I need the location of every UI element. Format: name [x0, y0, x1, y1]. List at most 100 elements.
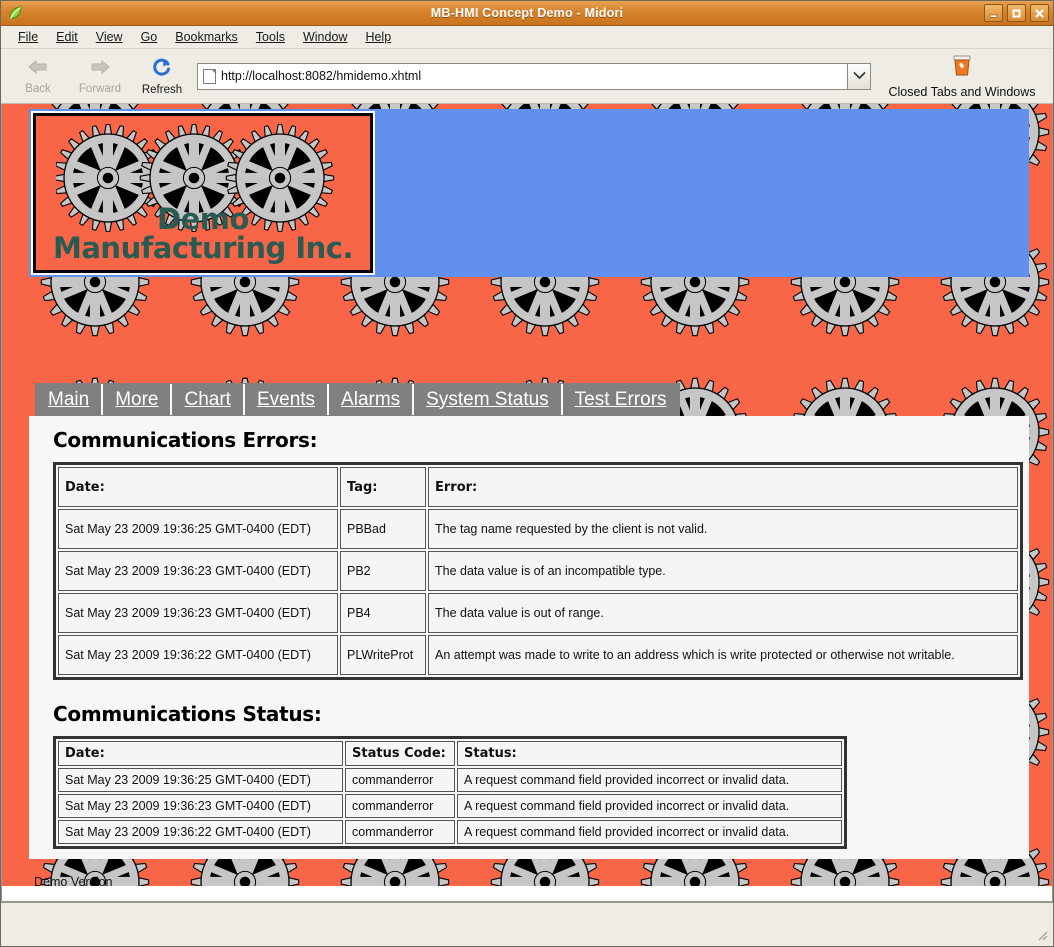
page-scroll-area: Demo Manufacturing Inc. Main More Chart … — [2, 104, 1052, 886]
communications-status-table: Date: Status Code: Status: Sat May 23 20… — [53, 736, 847, 849]
col-header-status: Status: — [457, 741, 842, 766]
cell-error: An attempt was made to write to an addre… — [428, 635, 1018, 675]
closed-tabs-button[interactable]: Closed Tabs and Windows — [877, 51, 1047, 101]
back-arrow-icon — [26, 57, 50, 82]
menu-view-label: View — [96, 30, 123, 44]
page-nav-tabs: Main More Chart Events Alarms System Sta… — [35, 383, 680, 416]
table-row: Sat May 23 2009 19:36:25 GMT-0400 (EDT) … — [58, 768, 842, 792]
page-document-icon — [203, 69, 216, 84]
nav-tab-more-label: More — [115, 389, 158, 411]
menu-item-help[interactable]: Help — [356, 28, 400, 46]
back-label: Back — [25, 83, 51, 95]
nav-tab-alarms-label: Alarms — [341, 389, 400, 411]
menu-tools-label: Tools — [256, 30, 285, 44]
menu-item-file[interactable]: File — [9, 28, 47, 46]
menu-file-label: File — [18, 30, 38, 44]
page-header-band: Demo Manufacturing Inc. — [29, 109, 1029, 277]
menu-item-view[interactable]: View — [87, 28, 132, 46]
page-viewport: Demo Manufacturing Inc. Main More Chart … — [1, 104, 1053, 886]
menu-item-bookmarks[interactable]: Bookmarks — [166, 28, 247, 46]
cell-tag: PB2 — [340, 551, 426, 591]
table-header-row: Date: Status Code: Status: — [58, 741, 842, 766]
cell-tag: PBBad — [340, 509, 426, 549]
nav-tab-chart-label: Chart — [184, 389, 230, 411]
nav-tab-main-label: Main — [48, 389, 89, 411]
page-content-panel: Communications Errors: Date: Tag: Error:… — [29, 416, 1029, 859]
cell-date: Sat May 23 2009 19:36:22 GMT-0400 (EDT) — [58, 820, 343, 844]
title-bar: MB-HMI Concept Demo - Midori — [1, 1, 1053, 26]
col-header-date: Date: — [58, 741, 343, 766]
navigation-toolbar: Back Forward Refresh http://localh — [1, 49, 1053, 104]
back-button[interactable]: Back — [7, 51, 69, 101]
cell-date: Sat May 23 2009 19:36:25 GMT-0400 (EDT) — [58, 509, 338, 549]
url-input-box[interactable]: http://localhost:8082/hmidemo.xhtml — [197, 63, 847, 90]
col-header-error: Error: — [428, 467, 1018, 507]
cell-error: The data value is out of range. — [428, 593, 1018, 633]
maximize-icon[interactable] — [1007, 4, 1026, 22]
nav-tab-alarms[interactable]: Alarms — [329, 384, 414, 415]
cell-date: Sat May 23 2009 19:36:23 GMT-0400 (EDT) — [58, 593, 338, 633]
forward-button[interactable]: Forward — [69, 51, 131, 101]
closed-tabs-label: Closed Tabs and Windows — [888, 85, 1035, 99]
menu-edit-label: Edit — [56, 30, 78, 44]
nav-tab-events[interactable]: Events — [245, 384, 329, 415]
cell-status-code: commanderror — [345, 820, 455, 844]
cell-status: A request command field provided incorre… — [457, 794, 842, 818]
menu-item-edit[interactable]: Edit — [47, 28, 87, 46]
cell-error: The tag name requested by the client is … — [428, 509, 1018, 549]
menu-item-go[interactable]: Go — [132, 28, 167, 46]
menu-item-tools[interactable]: Tools — [247, 28, 294, 46]
cell-status: A request command field provided incorre… — [457, 768, 842, 792]
table-row: Sat May 23 2009 19:36:23 GMT-0400 (EDT) … — [58, 551, 1018, 591]
resize-grip-icon[interactable] — [1035, 928, 1049, 942]
window-controls — [984, 4, 1049, 22]
demo-version-label: Demo Version — [34, 875, 113, 886]
close-icon[interactable] — [1030, 4, 1049, 22]
refresh-icon — [151, 56, 173, 83]
table-header-row: Date: Tag: Error: — [58, 467, 1018, 507]
url-input[interactable]: http://localhost:8082/hmidemo.xhtml — [221, 69, 421, 83]
cell-date: Sat May 23 2009 19:36:25 GMT-0400 (EDT) — [58, 768, 343, 792]
nav-tab-main[interactable]: Main — [36, 384, 103, 415]
menu-help-label: Help — [365, 30, 391, 44]
nav-tab-test-errors[interactable]: Test Errors — [563, 384, 679, 415]
cell-status: A request command field provided incorre… — [457, 820, 842, 844]
logo-company-name: Demo Manufacturing Inc. — [36, 205, 370, 263]
menu-go-label: Go — [141, 30, 158, 44]
refresh-label: Refresh — [142, 84, 182, 96]
nav-tab-system-status-label: System Status — [426, 389, 549, 411]
nav-tab-chart[interactable]: Chart — [172, 384, 244, 415]
table-row: Sat May 23 2009 19:36:25 GMT-0400 (EDT) … — [58, 509, 1018, 549]
col-header-date: Date: — [58, 467, 338, 507]
communications-status-heading: Communications Status: — [53, 702, 1017, 726]
menu-window-label: Window — [303, 30, 347, 44]
nav-tab-test-errors-label: Test Errors — [575, 389, 667, 411]
cell-tag: PLWriteProt — [340, 635, 426, 675]
cell-tag: PB4 — [340, 593, 426, 633]
col-header-tag: Tag: — [340, 467, 426, 507]
url-dropdown-button[interactable] — [847, 63, 871, 90]
refresh-button[interactable]: Refresh — [131, 51, 193, 101]
cell-status-code: commanderror — [345, 768, 455, 792]
trash-bin-icon — [951, 54, 973, 83]
cell-status-code: commanderror — [345, 794, 455, 818]
cell-date: Sat May 23 2009 19:36:23 GMT-0400 (EDT) — [58, 551, 338, 591]
table-row: Sat May 23 2009 19:36:22 GMT-0400 (EDT) … — [58, 820, 842, 844]
table-row: Sat May 23 2009 19:36:22 GMT-0400 (EDT) … — [58, 635, 1018, 675]
company-logo: Demo Manufacturing Inc. — [33, 113, 373, 273]
status-bar — [1, 902, 1053, 946]
communications-errors-heading: Communications Errors: — [53, 428, 1017, 452]
horizontal-scroll-strip[interactable] — [1, 886, 1053, 902]
nav-tab-system-status[interactable]: System Status — [414, 384, 563, 415]
address-bar[interactable]: http://localhost:8082/hmidemo.xhtml — [197, 63, 871, 90]
nav-tab-more[interactable]: More — [103, 384, 172, 415]
menu-bar: File Edit View Go Bookmarks Tools Window… — [1, 26, 1053, 49]
browser-window: MB-HMI Concept Demo - Midori File Edit V… — [0, 0, 1054, 947]
menu-bookmarks-label: Bookmarks — [175, 30, 238, 44]
cell-error: The data value is of an incompatible typ… — [428, 551, 1018, 591]
forward-arrow-icon — [88, 57, 112, 82]
cell-date: Sat May 23 2009 19:36:23 GMT-0400 (EDT) — [58, 794, 343, 818]
forward-label: Forward — [79, 83, 121, 95]
menu-item-window[interactable]: Window — [294, 28, 356, 46]
minimize-icon[interactable] — [984, 4, 1003, 22]
